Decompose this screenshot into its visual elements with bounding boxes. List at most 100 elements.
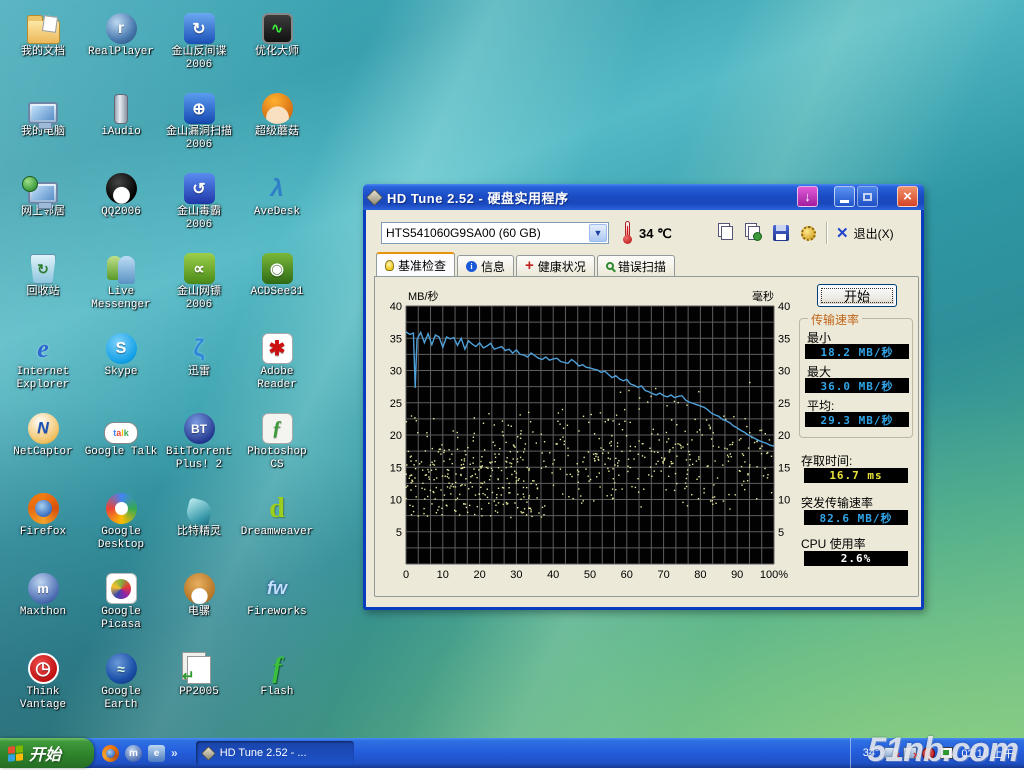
start-benchmark-button[interactable]: 开始 [817, 284, 897, 307]
save-screenshot-button[interactable] [770, 222, 792, 244]
start-menu-button[interactable]: 开始 [0, 738, 94, 768]
svg-text:40: 40 [778, 301, 790, 313]
desktop-icon-thinkvantage[interactable]: ◷Think Vantage [4, 646, 82, 726]
desktop-icon-kingsoft-vulnscan[interactable]: ⊕金山漏洞扫描 2006 [160, 86, 238, 166]
google-earth-globe-icon: ≈ [106, 646, 137, 684]
skype-icon: S [106, 326, 137, 364]
desktop-icon-avedesk[interactable]: λAveDesk [238, 166, 316, 246]
maximize-button[interactable] [857, 186, 878, 207]
bitspirit-icon [187, 486, 211, 524]
tab-error-scan[interactable]: 错误扫描 [597, 255, 675, 276]
desktop-icon-emule[interactable]: 电骡 [160, 566, 238, 646]
info-icon: i [466, 261, 477, 272]
exit-button[interactable]: ✕ 退出(X) [836, 222, 894, 244]
desktop-icon-bitspirit[interactable]: 比特精灵 [160, 486, 238, 566]
svg-text:20: 20 [473, 569, 485, 581]
desktop-wallpaper[interactable]: 我的文档 rRealPlayer ↻金山反间谍 2006 ∿优化大师 我的电脑 … [0, 0, 1024, 768]
options-gear-icon[interactable] [797, 222, 819, 244]
flash-icon: f [262, 646, 293, 684]
tab-strip: 基准检查 i信息 +健康状况 错误扫描 [376, 252, 677, 276]
svg-text:10: 10 [778, 495, 790, 507]
desktop-icon-kingsoft-firewall[interactable]: ∝金山网镖 2006 [160, 246, 238, 326]
svg-text:MB/秒: MB/秒 [408, 289, 439, 303]
desktop-icon-firefox[interactable]: Firefox [4, 486, 82, 566]
svg-text:60: 60 [621, 569, 633, 581]
copy-text-button[interactable] [716, 222, 738, 244]
firefox-icon [28, 486, 59, 524]
desktop-icon-maxthon[interactable]: mMaxthon [4, 566, 82, 646]
desktop-icon-google-desktop[interactable]: Google Desktop [82, 486, 160, 566]
desktop-icon-skype[interactable]: SSkype [82, 326, 160, 406]
taskbar-button-hdtune[interactable]: HD Tune 2.52 - ... [196, 741, 354, 765]
desktop-icon-bittorrent[interactable]: BTBitTorrent Plus! 2 [160, 406, 238, 486]
avg-value: 29.3 MB/秒 [805, 412, 909, 427]
desktop-icon-my-computer[interactable]: 我的电脑 [4, 86, 82, 166]
desktop-icon-dreamweaver[interactable]: dDreamweaver [238, 486, 316, 566]
window-title: HD Tune 2.52 - 硬盘实用程序 [387, 188, 568, 207]
xunlei-bird-icon: ζ [184, 326, 215, 364]
tab-info[interactable]: i信息 [457, 255, 514, 276]
desktop-icon-realplayer[interactable]: rRealPlayer [82, 6, 160, 86]
chevron-down-icon[interactable]: ▼ [589, 224, 607, 242]
desktop-icon-flash[interactable]: fFlash [238, 646, 316, 726]
photoshop-feather-icon: ƒ [262, 406, 293, 444]
burst-rate-label: 突发传输速率 [801, 494, 873, 511]
recycle-bin-icon: ↻ [30, 246, 56, 284]
desktop-icon-netcaptor[interactable]: NNetCaptor [4, 406, 82, 486]
thinkvantage-gauge-icon: ◷ [28, 646, 59, 684]
desktop-icon-live-messenger[interactable]: Live Messenger [82, 246, 160, 326]
svg-text:10: 10 [390, 495, 402, 507]
desktop-icon-internet-explorer[interactable]: eInternet Explorer [4, 326, 82, 406]
svg-text:毫秒: 毫秒 [752, 289, 774, 303]
desktop-icon-google-picasa[interactable]: Google Picasa [82, 566, 160, 646]
quick-launch-mail-icon[interactable]: e [148, 745, 165, 762]
desktop-icon-super-mushroom[interactable]: 超级蘑菇 [238, 86, 316, 166]
desktop-icon-qq2006[interactable]: QQ2006 [82, 166, 160, 246]
desktop-icon-photoshop[interactable]: ƒPhotoshop CS [238, 406, 316, 486]
desktop-icon-network-places[interactable]: 网上邻居 [4, 166, 82, 246]
magnifier-icon [606, 262, 614, 270]
watermark: 51nb.com [867, 731, 1018, 770]
desktop-icon-google-talk[interactable]: talkGoogle Talk [82, 406, 160, 486]
pp2005-icon: ↵ [187, 646, 211, 684]
desktop-icon-kingsoft-antivirus[interactable]: ↺金山毒霸 2006 [160, 166, 238, 246]
health-cross-icon: + [525, 261, 534, 271]
desktop-icon-xunlei[interactable]: ζ迅雷 [160, 326, 238, 406]
desktop-icon-kingsoft-antispy[interactable]: ↻金山反间谍 2006 [160, 6, 238, 86]
live-messenger-icon [107, 246, 135, 284]
google-picasa-icon [106, 566, 137, 604]
quick-launch-overflow-chevron[interactable]: » [171, 746, 178, 760]
kingsoft-antispy-icon: ↻ [184, 6, 215, 44]
tab-health[interactable]: +健康状况 [516, 255, 595, 276]
drive-select-combobox[interactable]: HTS541060G9SA00 (60 GB) ▼ [381, 222, 609, 244]
desktop-icon-google-earth[interactable]: ≈Google Earth [82, 646, 160, 726]
avedesk-icon: λ [262, 166, 293, 204]
desktop-icon-iaudio[interactable]: iAudio [82, 86, 160, 166]
svg-text:30: 30 [510, 569, 522, 581]
desktop-icon-youhua-dashi[interactable]: ∿优化大师 [238, 6, 316, 86]
svg-text:25: 25 [778, 398, 790, 410]
desktop-icon-my-documents[interactable]: 我的文档 [4, 6, 82, 86]
desktop-icon-pp2005[interactable]: ↵PP2005 [160, 646, 238, 726]
copy-image-button[interactable] [743, 222, 765, 244]
svg-text:35: 35 [390, 333, 402, 345]
qq-penguin-icon [106, 166, 137, 204]
exit-label: 退出(X) [854, 225, 894, 242]
download-overlay-button[interactable]: ↓ [797, 186, 818, 207]
close-button[interactable]: × [897, 186, 918, 207]
desktop-icon-fireworks[interactable]: fwFireworks [238, 566, 316, 646]
desktop-icon-recycle-bin[interactable]: ↻回收站 [4, 246, 82, 326]
quick-launch-maxthon-icon[interactable]: m [125, 745, 142, 762]
acdsee-eye-icon: ◉ [262, 246, 293, 284]
quick-launch-firefox-icon[interactable] [102, 745, 119, 762]
minimize-button[interactable] [834, 186, 855, 207]
desktop-icon-acdsee[interactable]: ◉ACDSee31 [238, 246, 316, 326]
desktop-icon-adobe-reader[interactable]: ✱Adobe Reader [238, 326, 316, 406]
svg-text:15: 15 [778, 462, 790, 474]
optimization-master-icon: ∿ [262, 6, 293, 44]
svg-text:30: 30 [390, 366, 402, 378]
hdtune-taskbar-icon [201, 746, 216, 761]
access-time-value: 16.7 ms [804, 468, 908, 483]
tab-benchmark[interactable]: 基准检查 [376, 252, 455, 276]
window-titlebar[interactable]: HD Tune 2.52 - 硬盘实用程序 ↓ × [363, 184, 924, 210]
